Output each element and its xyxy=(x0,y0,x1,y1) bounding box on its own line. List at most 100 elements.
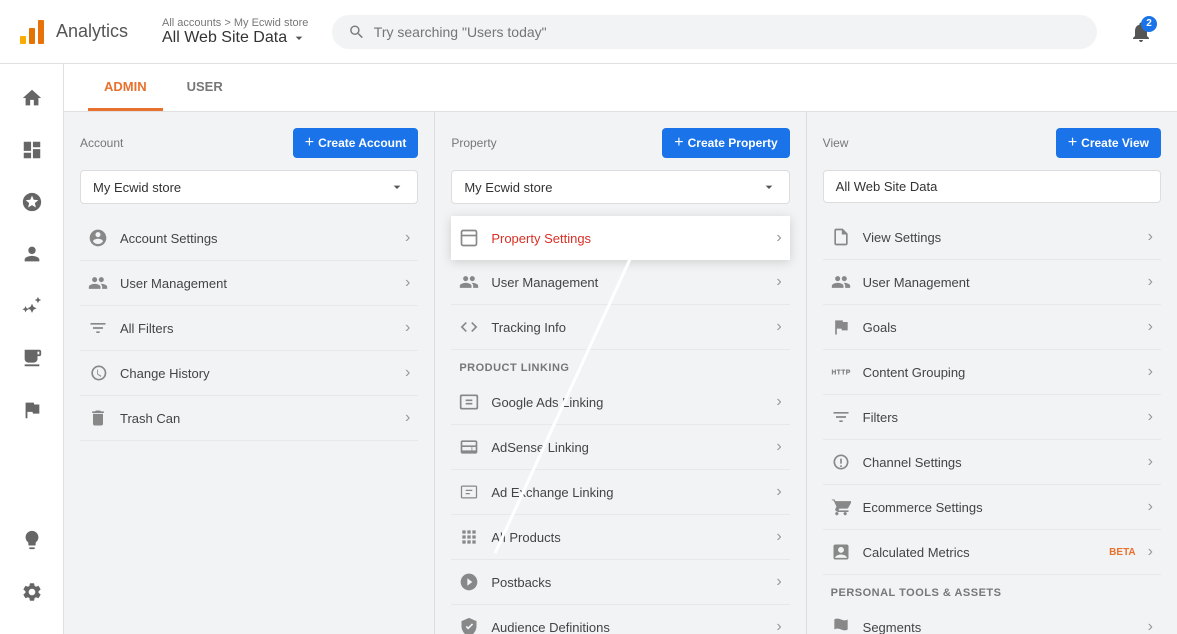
filters-label: Filters xyxy=(863,410,1136,425)
adsense-label: AdSense Linking xyxy=(491,440,764,455)
goals-label: Goals xyxy=(863,320,1136,335)
ecommerce-arrow: › xyxy=(1148,498,1153,516)
google-ads-item[interactable]: Google Ads Linking › xyxy=(451,380,789,425)
user-management-arrow: › xyxy=(405,274,410,292)
sidebar-item-dashboard[interactable] xyxy=(8,126,56,174)
ad-exchange-arrow: › xyxy=(776,483,781,501)
admin-columns: Account + Create Account My Ecwid store … xyxy=(64,112,1177,634)
tab-admin[interactable]: ADMIN xyxy=(88,65,163,111)
goals-icon xyxy=(831,317,851,337)
all-products-item[interactable]: All Products › xyxy=(451,515,789,560)
breadcrumb: All accounts > My Ecwid store xyxy=(162,17,308,29)
account-dropdown-value: My Ecwid store xyxy=(93,180,181,195)
view-settings-item[interactable]: View Settings › xyxy=(823,215,1161,260)
beta-badge: BETA xyxy=(1109,547,1135,558)
segments-item[interactable]: Segments › xyxy=(823,605,1161,634)
logo-text: Analytics xyxy=(56,21,128,42)
filters-item[interactable]: Filters › xyxy=(823,395,1161,440)
view-col-label: View xyxy=(823,136,849,150)
audience-definitions-icon xyxy=(459,617,479,634)
trash-can-label: Trash Can xyxy=(120,411,393,426)
all-products-label: All Products xyxy=(491,530,764,545)
topbar: Analytics All accounts > My Ecwid store … xyxy=(0,0,1177,64)
content-grouping-item[interactable]: Content Grouping › xyxy=(823,350,1161,395)
search-input[interactable] xyxy=(374,24,1081,40)
ad-exchange-label: Ad Exchange Linking xyxy=(491,485,764,500)
tracking-info-item[interactable]: Tracking Info › xyxy=(451,305,789,350)
change-history-icon xyxy=(88,363,108,383)
postbacks-item[interactable]: Postbacks › xyxy=(451,560,789,605)
ecommerce-settings-item[interactable]: Ecommerce Settings › xyxy=(823,485,1161,530)
account-settings-item[interactable]: Account Settings › xyxy=(80,216,418,261)
account-col-header: Account + Create Account xyxy=(80,128,418,158)
all-filters-item[interactable]: All Filters › xyxy=(80,306,418,351)
property-dropdown-value: My Ecwid store xyxy=(464,180,552,195)
all-filters-arrow: › xyxy=(405,319,410,337)
notification-badge: 2 xyxy=(1141,16,1157,32)
property-col-header: Property + Create Property xyxy=(451,128,789,158)
tabs-bar: ADMIN USER xyxy=(64,64,1177,112)
create-account-button[interactable]: + Create Account xyxy=(293,128,419,158)
property-dropdown-arrow xyxy=(761,179,777,195)
goals-item[interactable]: Goals › xyxy=(823,305,1161,350)
user-management-item[interactable]: User Management › xyxy=(80,261,418,306)
property-user-mgmt-icon xyxy=(459,272,479,292)
change-history-arrow: › xyxy=(405,364,410,382)
account-column: Account + Create Account My Ecwid store … xyxy=(64,112,435,634)
view-settings-icon xyxy=(831,227,851,247)
personal-tools-label: PERSONAL TOOLS & ASSETS xyxy=(823,575,1161,605)
postbacks-icon xyxy=(459,572,479,592)
all-filters-label: All Filters xyxy=(120,321,393,336)
channel-settings-item[interactable]: Channel Settings › xyxy=(823,440,1161,485)
main-content: ADMIN USER Account + Create Account My E… xyxy=(64,64,1177,634)
account-settings-icon xyxy=(88,228,108,248)
search-bar[interactable] xyxy=(332,15,1097,49)
tracking-info-arrow: › xyxy=(776,318,781,336)
sidebar-item-admin[interactable] xyxy=(8,568,56,616)
audience-definitions-arrow: › xyxy=(776,618,781,634)
calculated-metrics-icon xyxy=(831,542,851,562)
audience-definitions-item[interactable]: Audience Definitions › xyxy=(451,605,789,634)
sidebar-item-acquisition[interactable] xyxy=(8,282,56,330)
account-title-dropdown[interactable]: All Web Site Data xyxy=(162,29,308,47)
trash-can-item[interactable]: Trash Can › xyxy=(80,396,418,441)
calculated-metrics-label: Calculated Metrics xyxy=(863,545,1094,560)
product-linking-label: PRODUCT LINKING xyxy=(451,350,789,380)
sidebar-item-reports[interactable] xyxy=(8,178,56,226)
sidebar-item-behavior[interactable] xyxy=(8,334,56,382)
segments-arrow: › xyxy=(1148,618,1153,634)
ad-exchange-item[interactable]: Ad Exchange Linking › xyxy=(451,470,789,515)
create-property-button[interactable]: + Create Property xyxy=(662,128,789,158)
view-dropdown[interactable]: All Web Site Data xyxy=(823,170,1161,203)
ad-exchange-icon xyxy=(459,482,479,502)
user-management-label: User Management xyxy=(120,276,393,291)
view-user-mgmt-item[interactable]: User Management › xyxy=(823,260,1161,305)
calculated-metrics-item[interactable]: Calculated Metrics BETA › xyxy=(823,530,1161,575)
sidebar-item-discover[interactable] xyxy=(8,516,56,564)
create-view-button[interactable]: + Create View xyxy=(1056,128,1161,158)
account-dropdown[interactable]: My Ecwid store xyxy=(80,170,418,204)
logo-area: Analytics xyxy=(16,16,146,48)
property-settings-item[interactable]: Property Settings › xyxy=(451,216,789,260)
channel-settings-icon xyxy=(831,452,851,472)
notification-button[interactable]: 2 xyxy=(1121,12,1161,52)
view-settings-arrow: › xyxy=(1148,228,1153,246)
google-ads-label: Google Ads Linking xyxy=(491,395,764,410)
sidebar-item-conversions[interactable] xyxy=(8,386,56,434)
adsense-item[interactable]: AdSense Linking › xyxy=(451,425,789,470)
sidebar-item-audience[interactable] xyxy=(8,230,56,278)
property-dropdown[interactable]: My Ecwid store xyxy=(451,170,789,204)
account-selector[interactable]: All accounts > My Ecwid store All Web Si… xyxy=(162,17,308,47)
tracking-info-icon xyxy=(459,317,479,337)
property-user-management-item[interactable]: User Management › xyxy=(451,260,789,305)
tab-user[interactable]: USER xyxy=(171,65,239,111)
view-dropdown-value: All Web Site Data xyxy=(836,179,938,194)
view-user-mgmt-arrow: › xyxy=(1148,273,1153,291)
view-user-mgmt-icon xyxy=(831,272,851,292)
content-grouping-arrow: › xyxy=(1148,363,1153,381)
postbacks-arrow: › xyxy=(776,573,781,591)
search-icon xyxy=(348,23,365,41)
change-history-item[interactable]: Change History › xyxy=(80,351,418,396)
sidebar-item-home[interactable] xyxy=(8,74,56,122)
view-column: View + Create View All Web Site Data Vie… xyxy=(807,112,1177,634)
